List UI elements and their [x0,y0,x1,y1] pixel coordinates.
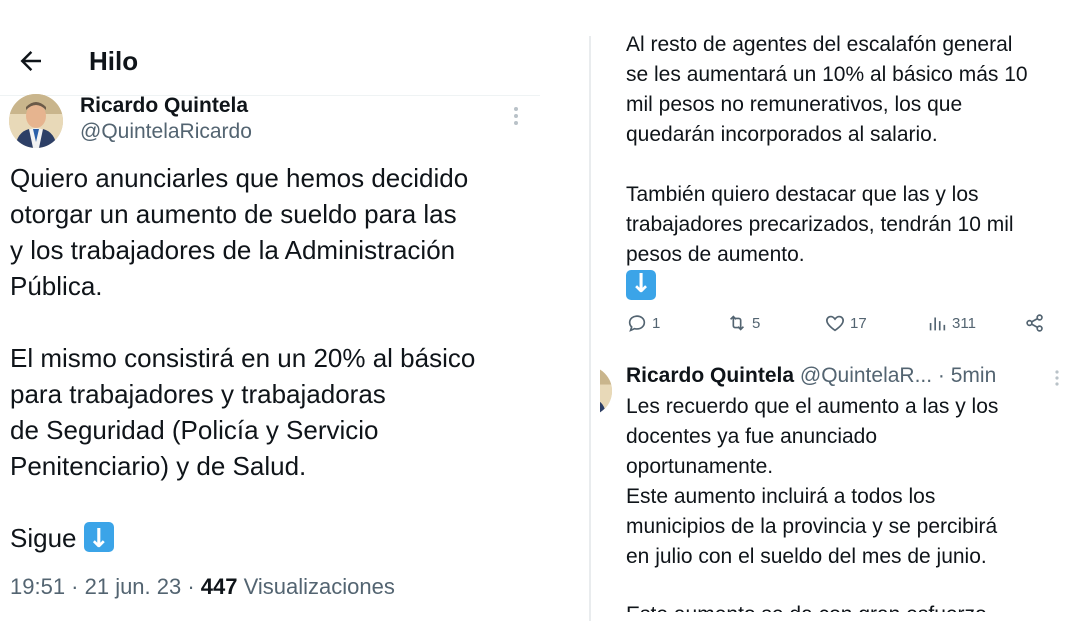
views-count: 311 [952,314,976,332]
reply-author-name[interactable]: Ricardo Quintela [626,364,794,387]
tweet-paragraph: El mismo consistirá en un 20% al básico … [10,343,476,481]
like-count: 17 [850,314,867,332]
views-label: Visualizaciones [237,574,395,599]
tweet-timestamp[interactable]: 19:51 · 21 jun. 23 · [10,574,201,599]
panel-separator [589,36,591,621]
retweet-button[interactable]: 5 [726,312,760,334]
tweet-paragraph: Al resto de agentes del escalafón genera… [626,33,1028,146]
thread-panel-right: Al resto de agentes del escalafón genera… [600,0,1080,628]
more-options-icon[interactable] [1050,368,1064,388]
reply-author-handle[interactable]: @QuintelaR... [800,364,932,387]
like-button[interactable]: 17 [824,312,867,334]
tweet-body-continued: Al resto de agentes del escalafón genera… [626,30,1076,304]
heart-icon [826,315,844,332]
reply-time[interactable]: · 5min [932,364,996,387]
tweet-body: Quiero anunciarles que hemos decidido ot… [10,160,535,557]
tweet-metadata: 19:51 · 21 jun. 23 · 447 Visualizaciones [10,574,395,600]
down-arrow-emoji-icon [83,521,114,557]
reply-cut-off-line: Este aumento se da con gran esfuerzo [626,602,987,612]
tweet-paragraph: Sigue [10,523,77,553]
reply-button[interactable]: 1 [626,312,660,334]
retweet-count: 5 [752,314,761,332]
thread-header: Hilo [0,36,540,86]
avatar[interactable] [600,366,612,416]
more-options-icon[interactable] [508,104,524,128]
page-title: Hilo [89,46,139,76]
analytics-icon [929,317,946,331]
screenshot-stage: Hilo Ricardo Quintela @QuintelaRicardo Q… [0,0,1080,628]
retweet-icon [729,315,745,331]
reply-icon [628,315,646,332]
tweet-actions-bar: 1 5 17 311 [626,312,1056,340]
views-count: 447 [200,574,238,599]
share-button[interactable] [1024,312,1046,334]
author-name[interactable]: Ricardo Quintela [80,94,248,118]
author-handle[interactable]: @QuintelaRicardo [80,120,252,144]
thread-panel-left: Hilo Ricardo Quintela @QuintelaRicardo Q… [0,0,540,628]
tweet-paragraph: También quiero destacar que las y los tr… [626,183,1014,266]
down-arrow-emoji-icon [626,269,656,300]
reply-cut-off-text: Este aumento se da con gran esfuerzo [626,603,987,612]
share-icon [1026,314,1043,332]
avatar[interactable] [9,94,63,148]
tweet-paragraph: Quiero anunciarles que hemos decidido ot… [10,163,469,301]
reply-body: Les recuerdo que el aumento a las y los … [626,395,999,568]
views-button[interactable]: 311 [926,312,976,334]
back-arrow-icon[interactable] [16,46,46,76]
reply-header: Ricardo Quintela @QuintelaR... · 5min [626,364,996,388]
reply-count: 1 [652,314,661,332]
